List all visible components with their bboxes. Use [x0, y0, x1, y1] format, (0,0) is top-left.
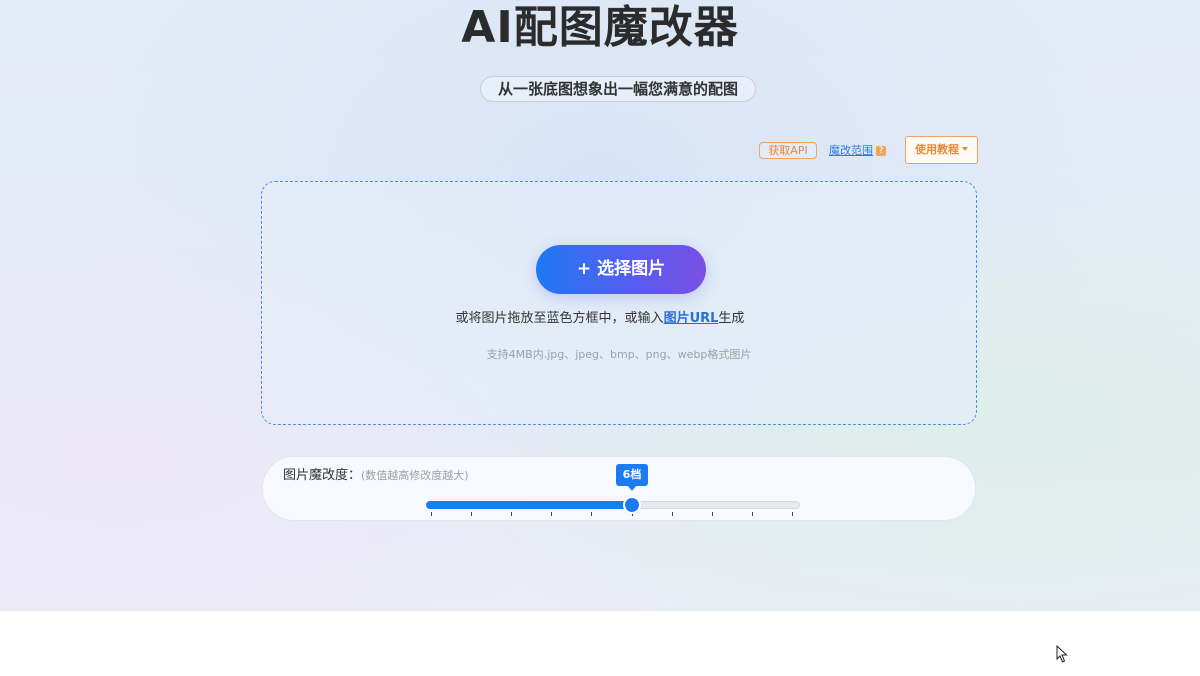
slider-tick: [511, 512, 512, 516]
help-icon[interactable]: ?: [876, 146, 886, 156]
supported-formats-text: 支持4MB内.jpg、jpeg、bmp、png、webp格式图片: [486, 348, 752, 361]
drop-hint-suffix: 生成: [718, 311, 745, 326]
slider-tick: [632, 512, 633, 516]
mouse-pointer-icon: [1056, 645, 1068, 663]
slider-tick: [551, 512, 552, 516]
slider-fill: [426, 501, 632, 509]
choose-image-button[interactable]: + 选择图片: [536, 245, 706, 294]
slider-value-tooltip: 6档: [616, 464, 648, 491]
slider-tick: [712, 512, 713, 516]
strength-label-text: 图片魔改度：: [283, 468, 362, 483]
get-api-button[interactable]: 获取API: [759, 142, 817, 159]
page-title: AI配图魔改器: [461, 2, 739, 53]
edit-range-label: 魔改范围: [829, 144, 873, 157]
edit-range-link[interactable]: 魔改范围?: [829, 142, 886, 159]
slider-tick: [792, 512, 793, 516]
slider-thumb[interactable]: [625, 498, 639, 512]
drop-hint-prefix: 或将图片拖放至蓝色方框中，或输入: [455, 311, 664, 326]
tutorial-label: 使用教程: [915, 143, 959, 156]
image-dropzone[interactable]: [261, 181, 977, 425]
slider-tick: [591, 512, 592, 516]
strength-note: (数值越高修改度越大): [361, 469, 469, 482]
slider-tick: [752, 512, 753, 516]
drop-hint: 或将图片拖放至蓝色方框中，或输入图片URL生成: [0, 310, 1200, 328]
strength-label: 图片魔改度：(数值越高修改度越大): [283, 467, 469, 485]
page-subtitle: 从一张底图想象出一幅您满意的配图: [480, 76, 756, 102]
slider-tick: [471, 512, 472, 516]
tutorial-dropdown-button[interactable]: 使用教程: [905, 136, 978, 164]
slider-tick: [672, 512, 673, 516]
slider-tick: [431, 512, 432, 516]
image-url-link[interactable]: 图片URL: [664, 311, 719, 326]
caret-down-icon: [962, 147, 968, 151]
